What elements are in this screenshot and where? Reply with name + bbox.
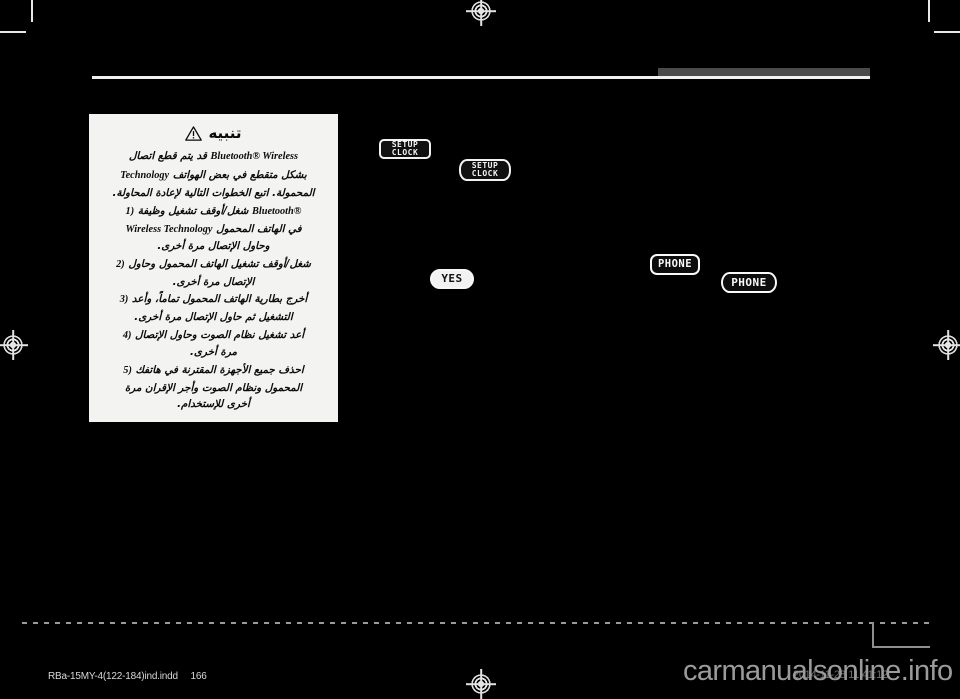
caution-step-3-arabic-2: التشغيل ثم حاول الإتصال مرة أخرى. bbox=[134, 311, 293, 324]
crop-mark-top-left-vertical bbox=[31, 0, 33, 22]
caution-title: تنبيه bbox=[99, 124, 328, 142]
caution-step-4-arabic-2: مرة أخرى. bbox=[189, 346, 238, 359]
site-watermark: carmanualsonline.info bbox=[683, 655, 953, 687]
caution-step-5-line-1: احذف جميع الأجهزة المقترنة في هاتفك 5) bbox=[99, 362, 328, 380]
caution-step-5: احذف جميع الأجهزة المقترنة في هاتفك 5) ا… bbox=[99, 362, 328, 413]
footer-file-info: RBa-15MY-4(122-184)ind.indd 166 bbox=[48, 671, 207, 682]
footer-dashed-rule bbox=[22, 622, 930, 624]
caution-step-1-latin-1: Bluetooth® bbox=[251, 206, 302, 218]
registration-mark-right-middle bbox=[937, 334, 959, 356]
caution-step-3: أخرج بطارية الهاتف المحمول تماماً، وأعد … bbox=[99, 291, 328, 325]
registration-mark-top-center bbox=[470, 0, 492, 22]
caution-step-1-line-1: Bluetooth® شغل/أوقف تشغيل وظيفة 1) bbox=[99, 203, 328, 221]
caution-title-text: تنبيه bbox=[208, 124, 242, 142]
manual-page: تنبيه Bluetooth® Wireless قد يتم قطع اتص… bbox=[0, 0, 960, 695]
caution-step-5-arabic-2: المحمول ونظام الصوت وأجر الإقران مرة bbox=[124, 381, 303, 394]
crop-mark-top-right-horizontal bbox=[934, 31, 960, 33]
caution-step-1-arabic-3: وحاول الإتصال مرة أخرى. bbox=[157, 240, 270, 253]
caution-step-5-arabic-1: احذف جميع الأجهزة المقترنة في هاتفك bbox=[135, 364, 304, 377]
caution-lead-arabic-3: المحمولة. اتبع الخطوات التالية لإعادة ال… bbox=[112, 187, 315, 200]
caution-step-3-arabic-1: أخرج بطارية الهاتف المحمول تماماً، وأعد bbox=[131, 293, 308, 306]
phone-button-graphic-1[interactable]: PHONE bbox=[650, 254, 700, 275]
caution-box: تنبيه Bluetooth® Wireless قد يتم قطع اتص… bbox=[89, 114, 338, 422]
footer-crop-tick-horizontal bbox=[872, 646, 930, 648]
caution-step-2-line-1: شغل/أوقف تشغيل الهاتف المحمول وحاول 2) bbox=[99, 256, 328, 274]
caution-step-3-number: 3) bbox=[119, 294, 129, 306]
caution-step-2-line-2: الإتصال مرة أخرى. bbox=[99, 274, 328, 291]
caution-step-3-line-2: التشغيل ثم حاول الإتصال مرة أخرى. bbox=[99, 309, 328, 326]
caution-step-3-line-1: أخرج بطارية الهاتف المحمول تماماً، وأعد … bbox=[99, 291, 328, 309]
caution-lead-line-1: Bluetooth® Wireless قد يتم قطع اتصال bbox=[99, 148, 328, 166]
warning-triangle-icon bbox=[185, 125, 203, 141]
caution-step-1-latin-2: Wireless Technology bbox=[125, 223, 213, 235]
footer-page-number: 166 bbox=[190, 671, 207, 682]
crop-mark-top-right-vertical bbox=[928, 0, 930, 22]
caution-lead-latin-1: Bluetooth® Wireless bbox=[210, 151, 299, 162]
caution-lead-latin-2: Technology bbox=[120, 169, 170, 181]
footer-crop-tick-vertical bbox=[872, 622, 874, 648]
caution-step-list: Bluetooth® شغل/أوقف تشغيل وظيفة 1) في ال… bbox=[99, 203, 328, 413]
caution-lead-arabic-2: بشكل متقطع في بعض الهواتف bbox=[172, 168, 307, 181]
setup-clock-button-graphic-2[interactable]: SETUP CLOCK bbox=[459, 159, 511, 181]
caution-step-4-line-1: أعد تشغيل نظام الصوت وحاول الإتصال 4) bbox=[99, 327, 328, 345]
caution-step-1-arabic-1: شغل/أوقف تشغيل وظيفة bbox=[137, 205, 249, 218]
setup-clock-button-graphic-1[interactable]: SETUP CLOCK bbox=[379, 139, 431, 159]
caution-body: Bluetooth® Wireless قد يتم قطع اتصال بشك… bbox=[99, 148, 328, 413]
caution-lead-line-2: بشكل متقطع في بعض الهواتف Technology bbox=[99, 167, 328, 185]
crop-mark-top-left-horizontal bbox=[0, 31, 26, 33]
caution-step-1-arabic-2: في الهاتف المحمول bbox=[216, 222, 302, 235]
phone-button-graphic-2[interactable]: PHONE bbox=[721, 272, 777, 293]
caution-step-1-line-3: وحاول الإتصال مرة أخرى. bbox=[99, 238, 328, 255]
caution-step-2: شغل/أوقف تشغيل الهاتف المحمول وحاول 2) ا… bbox=[99, 256, 328, 290]
caution-step-1: Bluetooth® شغل/أوقف تشغيل وظيفة 1) في ال… bbox=[99, 203, 328, 255]
caution-step-1-line-2: في الهاتف المحمول Wireless Technology bbox=[99, 221, 328, 239]
registration-mark-bottom-center bbox=[470, 673, 492, 695]
yes-button-graphic[interactable]: YES bbox=[430, 269, 474, 289]
caution-lead-arabic-1: قد يتم قطع اتصال bbox=[128, 150, 207, 162]
caution-step-5-number: 5) bbox=[123, 365, 132, 377]
caution-step-2-arabic-2: الإتصال مرة أخرى. bbox=[172, 275, 255, 288]
caution-step-4-line-2: مرة أخرى. bbox=[99, 344, 328, 361]
caution-step-4-number: 4) bbox=[122, 329, 132, 341]
header-rule bbox=[92, 76, 870, 79]
caution-step-2-arabic-1: شغل/أوقف تشغيل الهاتف المحمول وحاول bbox=[128, 258, 311, 271]
caution-step-4: أعد تشغيل نظام الصوت وحاول الإتصال 4) مر… bbox=[99, 327, 328, 361]
caution-step-2-number: 2) bbox=[116, 259, 125, 271]
caution-step-4-arabic-1: أعد تشغيل نظام الصوت وحاول الإتصال bbox=[135, 328, 305, 341]
caution-lead-line-3: المحمولة. اتبع الخطوات التالية لإعادة ال… bbox=[99, 185, 328, 202]
caution-step-5-line-3: أخرى للإستخدام. bbox=[99, 396, 328, 413]
caution-step-5-line-2: المحمول ونظام الصوت وأجر الإقران مرة bbox=[99, 380, 328, 397]
registration-mark-left-middle bbox=[2, 334, 24, 356]
caution-step-1-number: 1) bbox=[125, 206, 135, 218]
caution-step-5-arabic-3: أخرى للإستخدام. bbox=[177, 398, 250, 411]
footer-file-name: RBa-15MY-4(122-184)ind.indd bbox=[48, 671, 178, 682]
